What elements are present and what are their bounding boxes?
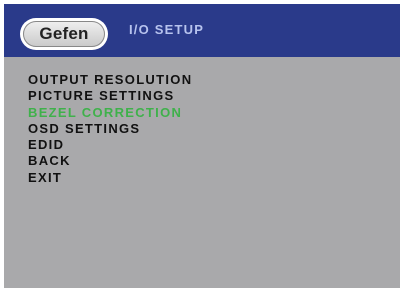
screen-title: I/O SETUP bbox=[129, 22, 205, 37]
osd-header-bar: Gefen I/O SETUP bbox=[4, 4, 400, 57]
menu-item-bezel-correction[interactable]: BEZEL CORRECTION bbox=[28, 105, 192, 121]
menu-item-edid[interactable]: EDID bbox=[28, 137, 192, 153]
menu-item-picture-settings[interactable]: PICTURE SETTINGS bbox=[28, 88, 192, 104]
osd-menu: OUTPUT RESOLUTION PICTURE SETTINGS BEZEL… bbox=[28, 72, 192, 186]
menu-item-back[interactable]: BACK bbox=[28, 153, 192, 169]
gefen-logo: Gefen bbox=[20, 18, 108, 50]
menu-item-exit[interactable]: EXIT bbox=[28, 170, 192, 186]
logo-text: Gefen bbox=[39, 24, 89, 43]
logo-badge: Gefen bbox=[23, 21, 105, 47]
osd-window: Gefen I/O SETUP OUTPUT RESOLUTION PICTUR… bbox=[4, 4, 400, 288]
menu-item-osd-settings[interactable]: OSD SETTINGS bbox=[28, 121, 192, 137]
menu-item-output-resolution[interactable]: OUTPUT RESOLUTION bbox=[28, 72, 192, 88]
